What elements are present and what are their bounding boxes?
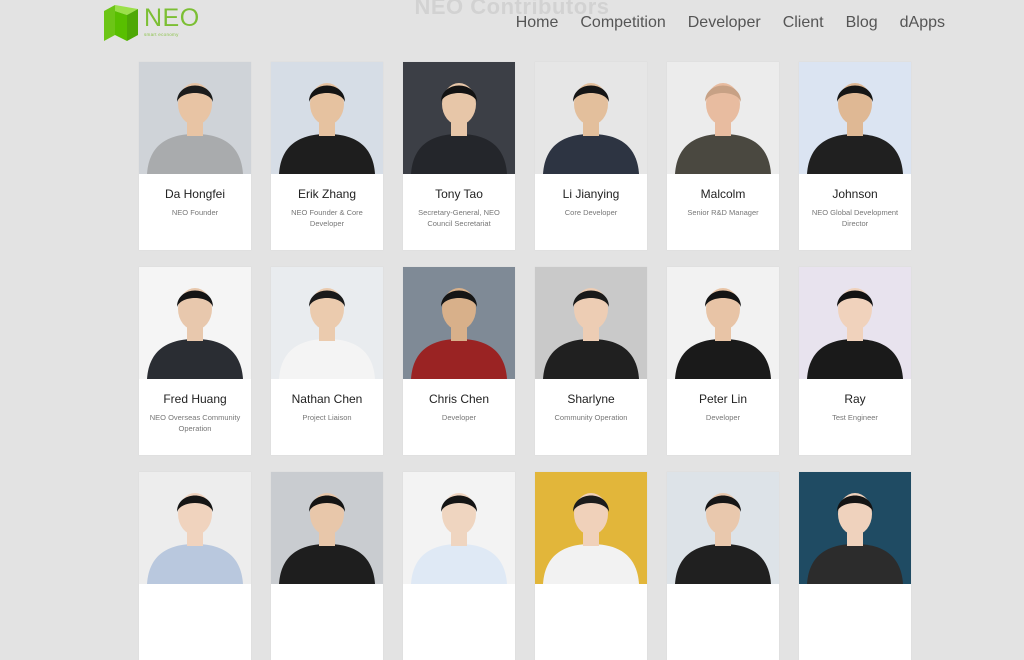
contributor-card[interactable]: Malcolm Senior R&D Manager bbox=[667, 62, 779, 250]
contributor-role: Developer bbox=[705, 413, 741, 422]
contributor-photo bbox=[799, 472, 911, 584]
contributor-role: Project Liaison bbox=[302, 413, 352, 422]
contributor-role: NEO Global Development Director bbox=[811, 208, 899, 228]
contributor-name: Peter Lin bbox=[698, 392, 748, 406]
contributor-card[interactable] bbox=[403, 472, 515, 660]
contributor-card[interactable]: Erik Zhang NEO Founder & Core Developer bbox=[271, 62, 383, 250]
contributor-role: Secretary-General, NEO Council Secretari… bbox=[418, 208, 500, 228]
nav-client[interactable]: Client bbox=[783, 14, 824, 32]
contributor-photo bbox=[799, 62, 911, 174]
contributor-photo bbox=[535, 62, 647, 174]
contributor-photo bbox=[271, 62, 383, 174]
contributor-card[interactable]: Peter Lin Developer bbox=[667, 267, 779, 455]
contributor-photo bbox=[535, 472, 647, 584]
contributor-role: NEO Founder & Core Developer bbox=[291, 208, 363, 228]
contributor-card[interactable]: Sharlyne Community Operation bbox=[535, 267, 647, 455]
contributor-name: Fred Huang bbox=[163, 392, 227, 406]
contributor-card[interactable]: Li Jianying Core Developer bbox=[535, 62, 647, 250]
contributor-name: Erik Zhang bbox=[297, 187, 357, 201]
neo-logo[interactable]: NEO smart economy bbox=[104, 5, 200, 41]
contributor-role: Community Operation bbox=[554, 413, 628, 422]
contributor-name: Johnson bbox=[832, 187, 878, 201]
contributor-photo bbox=[403, 62, 515, 174]
nav-blog[interactable]: Blog bbox=[846, 14, 878, 32]
contributor-name: Da Hongfei bbox=[164, 187, 226, 201]
contributor-name: Nathan Chen bbox=[291, 392, 363, 406]
contributor-card[interactable]: Nathan Chen Project Liaison bbox=[271, 267, 383, 455]
contributor-name: Malcolm bbox=[700, 187, 746, 201]
nav-dapps[interactable]: dApps bbox=[900, 14, 945, 32]
contributor-card[interactable] bbox=[271, 472, 383, 660]
contributor-name: Li Jianying bbox=[562, 187, 620, 201]
contributor-name: Ray bbox=[844, 392, 866, 406]
contributor-card[interactable]: Da Hongfei NEO Founder bbox=[139, 62, 251, 250]
nav-competition[interactable]: Competition bbox=[580, 14, 665, 32]
contributor-role: Core Developer bbox=[564, 208, 618, 217]
contributor-card[interactable]: Ray Test Engineer bbox=[799, 267, 911, 455]
contributor-role: NEO Overseas Community Operation bbox=[149, 413, 241, 433]
contributor-photo bbox=[799, 267, 911, 379]
contributor-card[interactable]: Johnson NEO Global Development Director bbox=[799, 62, 911, 250]
contributor-photo bbox=[403, 267, 515, 379]
contributor-card[interactable]: Tony Tao Secretary-General, NEO Council S… bbox=[403, 62, 515, 250]
neo-logo-icon bbox=[104, 5, 138, 41]
contributor-role: NEO Founder bbox=[171, 208, 219, 217]
contributor-photo bbox=[667, 472, 779, 584]
contributor-name: Sharlyne bbox=[567, 392, 615, 406]
contributor-name: Chris Chen bbox=[428, 392, 490, 406]
contributor-photo bbox=[139, 472, 251, 584]
contributor-photo bbox=[535, 267, 647, 379]
contributor-card[interactable]: Fred Huang NEO Overseas Community Operati… bbox=[139, 267, 251, 455]
contributor-photo bbox=[139, 62, 251, 174]
contributor-card[interactable] bbox=[667, 472, 779, 660]
contributor-photo bbox=[139, 267, 251, 379]
contributor-card[interactable]: Chris Chen Developer bbox=[403, 267, 515, 455]
contributor-photo bbox=[403, 472, 515, 584]
contributor-card[interactable] bbox=[139, 472, 251, 660]
contributor-photo bbox=[667, 62, 779, 174]
main-nav: Home Competition Developer Client Blog d… bbox=[516, 14, 945, 32]
contributor-photo bbox=[271, 267, 383, 379]
contributor-card[interactable] bbox=[799, 472, 911, 660]
contributor-role: Developer bbox=[441, 413, 477, 422]
nav-developer[interactable]: Developer bbox=[688, 14, 761, 32]
contributor-photo bbox=[271, 472, 383, 584]
contributor-role: Test Engineer bbox=[832, 413, 878, 422]
contributor-card[interactable] bbox=[535, 472, 647, 660]
logo-tagline: smart economy bbox=[144, 32, 179, 37]
nav-home[interactable]: Home bbox=[516, 14, 559, 32]
logo-wordmark: NEO bbox=[144, 4, 200, 32]
contributor-name: Tony Tao bbox=[435, 187, 483, 201]
contributor-role: Senior R&D Manager bbox=[687, 208, 759, 217]
contributor-photo bbox=[667, 267, 779, 379]
